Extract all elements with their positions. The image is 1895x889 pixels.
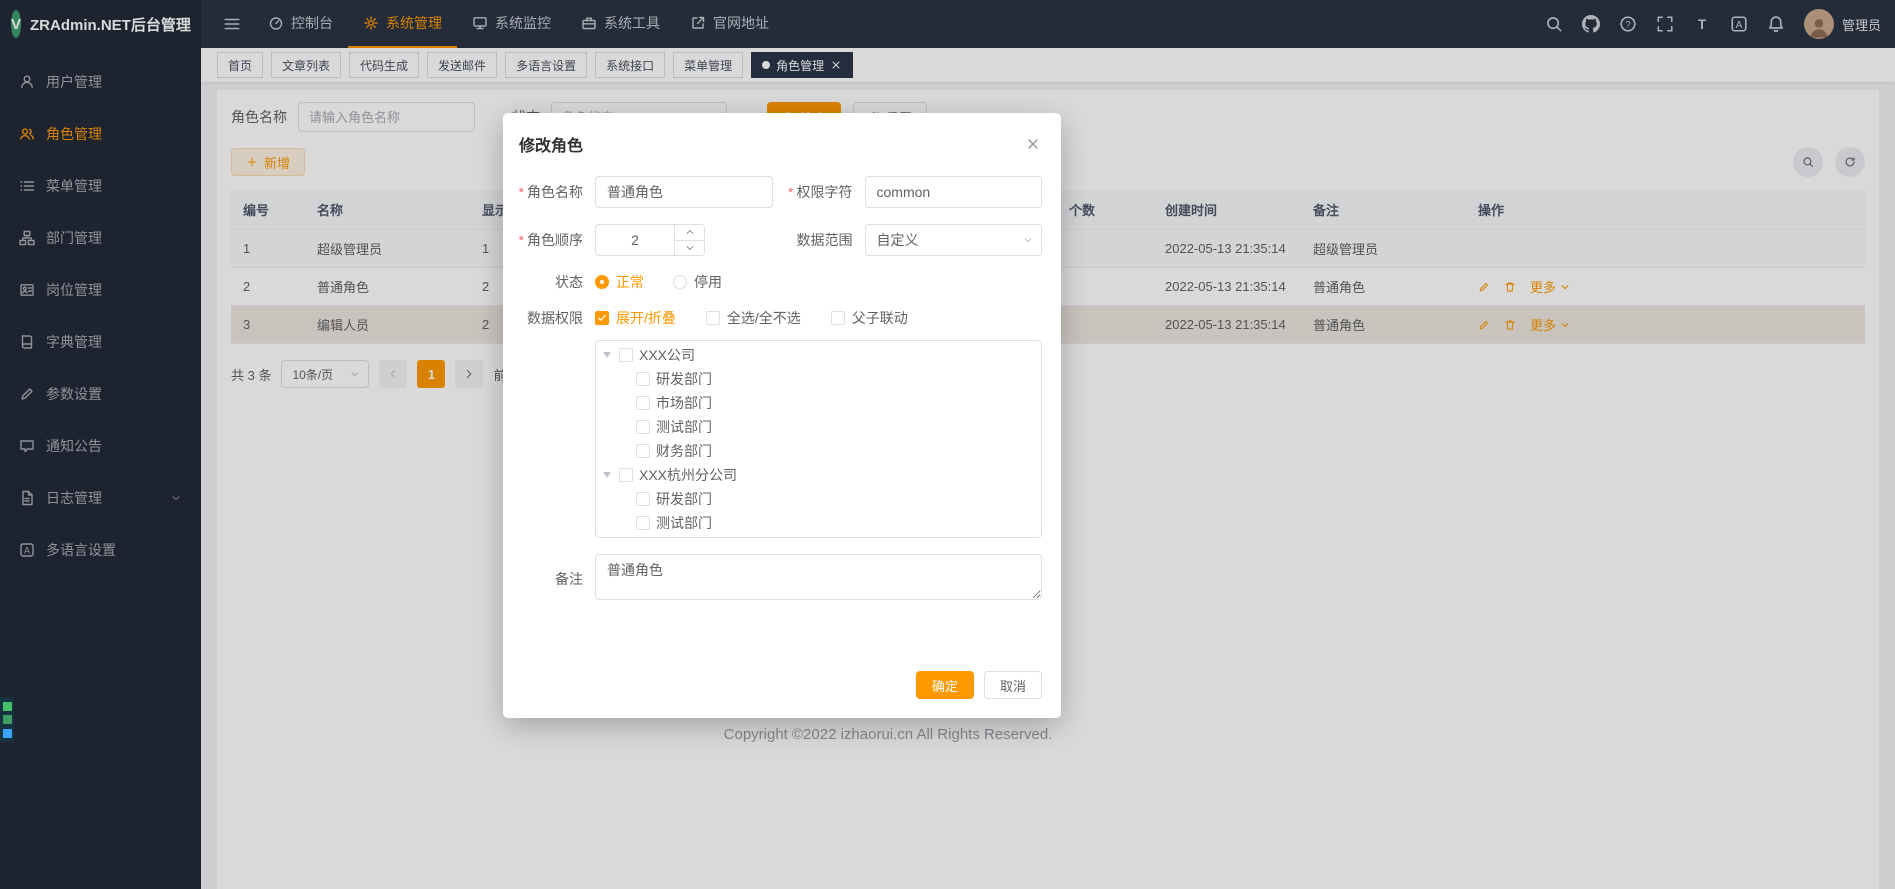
checkbox-icon[interactable] [619,468,633,482]
tree-node-label[interactable]: 研发部门 [656,489,712,509]
checkbox-label: 全选/全不选 [727,308,801,328]
checkbox-expand-collapse[interactable]: 展开/折叠 [595,308,676,328]
perm-char-label: 权限字符 [773,182,865,202]
radio-label: 正常 [616,272,644,292]
role-name-label: 角色名称 [503,182,595,202]
tree-node-company-2[interactable]: XXX杭州分公司 [596,463,1041,487]
tree-node-dept[interactable]: 市场部门 [596,391,1041,415]
role-name-input[interactable] [595,176,773,208]
increase-button[interactable] [675,225,704,240]
radio-status-disabled[interactable]: 停用 [673,272,722,292]
data-permission-label: 数据权限 [503,308,595,328]
checkbox-label: 父子联动 [852,308,908,328]
checkbox-parent-child-link[interactable]: 父子联动 [831,308,908,328]
edit-role-dialog: 修改角色 角色名称 权限字符 角色顺序 2 [503,113,1061,718]
checkbox-icon[interactable] [636,516,650,530]
tree-node-label[interactable]: 测试部门 [656,417,712,437]
checkbox-label: 展开/折叠 [616,308,676,328]
remark-textarea[interactable]: 普通角色 [595,554,1042,600]
tree-node-label[interactable]: 市场部门 [656,393,712,413]
tree-node-label[interactable]: XXX杭州分公司 [639,465,737,485]
data-scope-select[interactable] [865,224,1043,256]
radio-icon [595,275,609,289]
remark-label: 备注 [503,569,595,589]
dialog-close-button[interactable] [1025,136,1041,152]
field-status: 状态 正常 停用 [503,272,1042,292]
confirm-button[interactable]: 确定 [916,671,974,699]
radio-status-normal[interactable]: 正常 [595,272,644,292]
permission-tree: XXX公司 研发部门 市场部门 测试部门 财务部门 [595,340,1042,538]
checkbox-select-all[interactable]: 全选/全不选 [706,308,801,328]
check-icon [597,313,607,323]
radio-label: 停用 [694,272,722,292]
tree-node-dept[interactable]: 测试部门 [596,415,1041,439]
cancel-button[interactable]: 取消 [984,671,1042,699]
checkbox-icon[interactable] [619,348,633,362]
data-scope-value[interactable] [865,224,1043,256]
checkbox-icon[interactable] [636,396,650,410]
perm-char-input[interactable] [865,176,1043,208]
tree-node-dept[interactable]: 测试部门 [596,511,1041,535]
tree-node-label[interactable]: 研发部门 [656,369,712,389]
role-order-value[interactable]: 2 [596,225,674,255]
tree-node-dept[interactable]: 财务部门 [596,439,1041,463]
tree-node-label[interactable]: 财务部门 [656,441,712,461]
tree-node-label[interactable]: XXX公司 [639,345,695,365]
status-label: 状态 [503,272,595,292]
checkbox-icon[interactable] [636,372,650,386]
checkbox-icon[interactable] [636,492,650,506]
corner-widget-green-block [3,702,12,711]
caret-down-icon[interactable] [603,352,611,358]
field-perm-char: 权限字符 [773,176,1043,208]
dialog-header: 修改角色 [503,113,1061,168]
tree-node-dept[interactable]: 研发部门 [596,367,1041,391]
close-icon [1025,136,1041,152]
role-order-label: 角色顺序 [503,230,595,250]
checkbox-icon [706,311,720,325]
caret-down-icon[interactable] [603,472,611,478]
field-data-scope: 数据范围 [773,224,1043,256]
checkbox-icon [831,311,845,325]
checkbox-icon[interactable] [636,420,650,434]
dialog-footer: 确定 取消 [503,619,1061,718]
dialog-title: 修改角色 [519,132,583,156]
field-remark: 备注 普通角色 [503,554,1042,603]
data-scope-label: 数据范围 [773,230,865,250]
field-role-name: 角色名称 [503,176,773,208]
checkbox-icon [595,311,609,325]
checkbox-icon[interactable] [636,444,650,458]
tree-node-dept[interactable]: 研发部门 [596,487,1041,511]
corner-widget [0,697,14,742]
radio-icon [673,275,687,289]
role-order-stepper: 2 [595,224,705,256]
modal-backdrop: 修改角色 角色名称 权限字符 角色顺序 2 [0,0,1895,889]
tree-node-company-1[interactable]: XXX公司 [596,343,1041,367]
corner-widget-green-block-2 [3,715,12,724]
dialog-body: 角色名称 权限字符 角色顺序 2 [503,168,1061,603]
chevron-up-icon [684,226,696,238]
field-role-order: 角色顺序 2 [503,224,773,256]
tree-node-label[interactable]: 测试部门 [656,513,712,533]
decrease-button[interactable] [675,240,704,256]
chevron-down-icon [684,242,696,254]
field-data-permission: 数据权限 展开/折叠 全选/全不选 父子联动 [503,308,1042,328]
corner-widget-blue-block [3,729,12,738]
